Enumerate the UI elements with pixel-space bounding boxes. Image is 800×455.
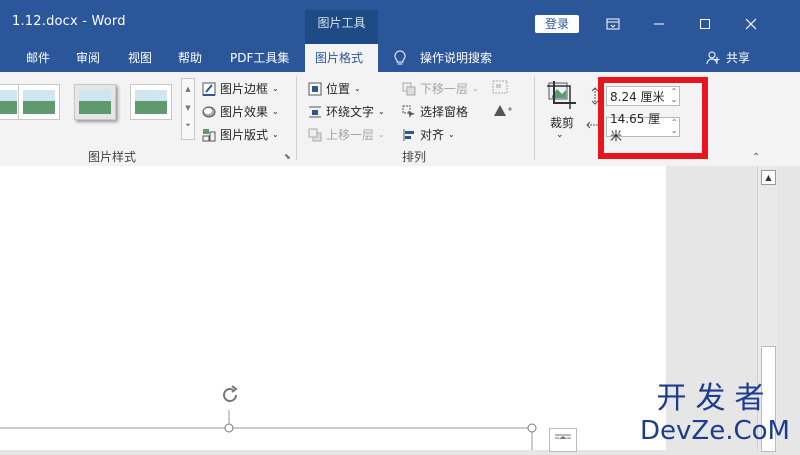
- selection-pane-icon: [402, 105, 415, 118]
- ribbon-display-icon: [606, 18, 620, 30]
- dropdown-arrow-icon: ⌄: [378, 130, 385, 139]
- wrap-text-icon: [309, 106, 321, 117]
- picture-border-label: 图片边框: [220, 82, 269, 96]
- send-backward-button[interactable]: 下移一层 ⌄: [402, 80, 479, 97]
- minimize-button[interactable]: [636, 8, 682, 40]
- dropdown-arrow-icon: ⌄: [472, 84, 479, 93]
- tab-pdf-tools[interactable]: PDF工具集: [220, 44, 299, 72]
- group-separator: [534, 76, 535, 160]
- rotate-objects-icon[interactable]: [492, 103, 514, 122]
- close-icon: [745, 18, 757, 30]
- arrange-group-label: 排列: [402, 150, 427, 164]
- dropdown-arrow-icon: ⌄: [448, 130, 455, 139]
- watermark-line1: 开发者: [656, 381, 774, 416]
- picture-layout-label: 图片版式: [220, 128, 269, 142]
- minimize-icon: [654, 23, 664, 25]
- picture-effects-button[interactable]: 图片效果 ⌄: [202, 103, 279, 120]
- size-highlight-box: [598, 77, 708, 159]
- tab-help[interactable]: 帮助: [168, 44, 212, 72]
- crop-button[interactable]: [546, 80, 576, 113]
- picture-styles-group-label: 图片样式: [88, 150, 137, 164]
- login-button[interactable]: 登录: [535, 15, 579, 33]
- gallery-up-icon: ▲: [185, 85, 191, 93]
- position-icon: [308, 82, 322, 95]
- maximize-icon: [700, 19, 710, 29]
- position-label: 位置: [326, 82, 351, 96]
- watermark: 开发者 DevZe.CoM: [640, 381, 790, 447]
- align-icon: [403, 128, 414, 141]
- collapse-ribbon-icon[interactable]: ⌃: [752, 152, 760, 163]
- lightbulb-icon: [394, 50, 406, 69]
- selection-pane-label: 选择窗格: [420, 105, 469, 119]
- picture-tools-context-label: 图片工具: [305, 10, 378, 44]
- document-title: 1.12.docx - Word: [12, 14, 126, 29]
- close-button[interactable]: [728, 8, 774, 40]
- picture-effects-label: 图片效果: [220, 105, 269, 119]
- picture-border-icon: [202, 82, 216, 96]
- send-backward-label: 下移一层: [420, 82, 469, 96]
- layout-options-icon: [555, 434, 571, 439]
- selection-pane-button[interactable]: 选择窗格: [402, 103, 468, 120]
- gallery-down-icon: ▼: [185, 104, 191, 112]
- align-label: 对齐: [420, 128, 445, 142]
- ribbon-display-options-button[interactable]: [590, 8, 636, 40]
- rotate-handle-icon[interactable]: [219, 384, 241, 410]
- picture-border-button[interactable]: 图片边框 ⌄: [202, 80, 279, 97]
- watermark-line2: DevZe.CoM: [640, 416, 790, 446]
- dialog-launcher-icon[interactable]: ⬊: [284, 152, 291, 161]
- wrap-text-label: 环绕文字: [326, 105, 375, 119]
- picture-style-thumb[interactable]: [130, 84, 172, 120]
- dropdown-arrow-icon: ⌄: [272, 107, 279, 116]
- dropdown-arrow-icon: ⌄: [272, 84, 279, 93]
- maximize-button[interactable]: [682, 8, 728, 40]
- dropdown-arrow-icon: ⌄: [354, 84, 361, 93]
- wrap-text-button[interactable]: 环绕文字 ⌄: [308, 103, 385, 120]
- bring-forward-icon: [308, 128, 322, 141]
- position-button[interactable]: 位置 ⌄: [308, 80, 361, 97]
- share-button[interactable]: 共享: [716, 44, 760, 72]
- bring-forward-button[interactable]: 上移一层 ⌄: [308, 126, 385, 143]
- layout-options-button[interactable]: [549, 428, 577, 452]
- align-button[interactable]: 对齐 ⌄: [402, 126, 455, 143]
- dropdown-arrow-icon: ⌄: [272, 130, 279, 139]
- tab-picture-format[interactable]: 图片格式: [305, 44, 378, 72]
- picture-style-thumb-selected[interactable]: [74, 84, 116, 120]
- picture-layout-button[interactable]: 图片版式 ⌄: [202, 126, 279, 143]
- picture-effects-icon: [202, 106, 216, 117]
- gallery-more-icon: ⏷: [185, 121, 191, 129]
- group-objects-icon[interactable]: [492, 80, 510, 99]
- bring-forward-label: 上移一层: [326, 128, 375, 142]
- scroll-up-icon[interactable]: ▲: [761, 170, 776, 185]
- picture-style-thumb[interactable]: [18, 84, 60, 120]
- crop-label: 裁剪: [550, 116, 575, 130]
- picture-layout-icon: [202, 128, 216, 141]
- tell-me-search[interactable]: 操作说明搜索: [410, 44, 502, 72]
- group-separator: [296, 76, 297, 160]
- tab-view[interactable]: 视图: [118, 44, 162, 72]
- gallery-scroll[interactable]: ▲ ▼ ⏷: [181, 78, 195, 140]
- tab-mailings[interactable]: 邮件: [16, 44, 60, 72]
- dropdown-arrow-icon: ⌄: [556, 130, 564, 140]
- crop-icon: [547, 81, 576, 109]
- dropdown-arrow-icon: ⌄: [378, 107, 385, 116]
- picture-selection-frame[interactable]: [0, 380, 580, 450]
- tab-review[interactable]: 审阅: [66, 44, 110, 72]
- send-backward-icon: [402, 82, 416, 95]
- ribbon-tab-bar: 邮件 审阅 视图 帮助 PDF工具集 图片格式 操作说明搜索 共享: [0, 44, 800, 72]
